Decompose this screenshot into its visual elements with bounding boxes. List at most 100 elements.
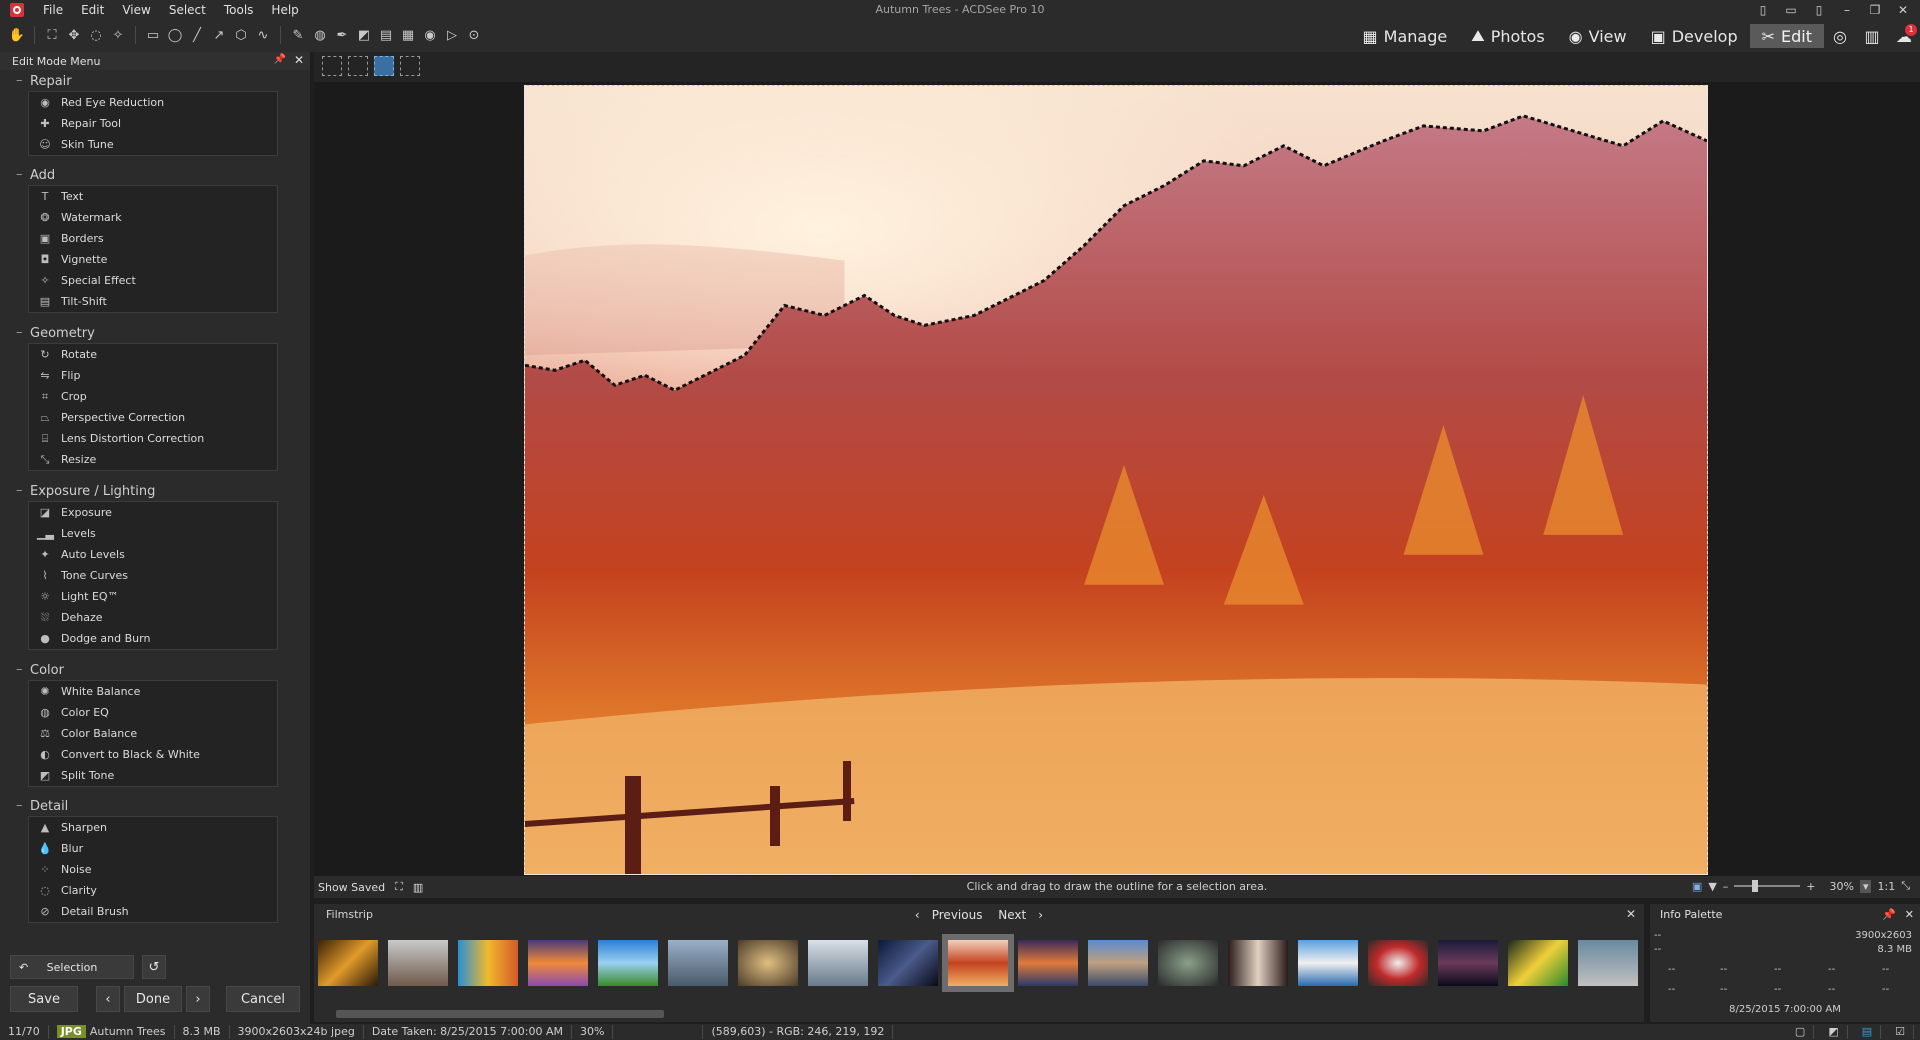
gradient-icon[interactable]: ▤ [377,26,395,44]
365-icon[interactable]: ◎ [1824,24,1856,48]
menu-item-tilt-shift[interactable]: ▤ Tilt-Shift [29,291,277,312]
thumbnail[interactable] [1158,940,1218,986]
menu-item-flip[interactable]: ⇋ Flip [29,365,277,386]
menu-item-auto-levels[interactable]: ✦ Auto Levels [29,544,277,565]
arrow-icon[interactable]: ↗ [210,26,228,44]
menu-item-borders[interactable]: ▣ Borders [29,228,277,249]
thumbnail[interactable] [808,940,868,986]
pin-icon[interactable]: 📌 [274,54,286,65]
menu-item-color-balance[interactable]: ⚖ Color Balance [29,723,277,744]
menu-item-blur[interactable]: 💧 Blur [29,838,277,859]
layout-left-icon[interactable]: ▯ [1754,0,1772,20]
filmstrip-scrollbar[interactable] [336,1010,664,1018]
menu-edit[interactable]: Edit [72,0,113,20]
menu-item-crop[interactable]: ⌗ Crop [29,386,277,407]
close-info-icon[interactable]: ✕ [1905,908,1914,921]
thumbnail[interactable] [878,940,938,986]
thumbnail[interactable] [1578,940,1638,986]
zoom-slider[interactable] [1734,880,1801,892]
intersect-selection-icon[interactable] [400,56,420,76]
eraser-icon[interactable]: ▦ [399,26,417,44]
group-title-exposure-lighting[interactable]: Exposure / Lighting [16,483,155,499]
zoom-slider-knob[interactable] [1752,880,1759,892]
thumbnail[interactable] [598,940,658,986]
menu-item-text[interactable]: T Text [29,186,277,207]
thumbnail[interactable] [458,940,518,986]
group-title-geometry[interactable]: Geometry [16,325,95,341]
menu-view[interactable]: View [113,0,159,20]
thumbnail-selected[interactable] [942,934,1014,992]
database-icon[interactable]: ▤ [1854,1025,1882,1039]
next-button[interactable]: Next [998,908,1026,922]
new-selection-icon[interactable] [322,56,342,76]
menu-item-convert-black-white[interactable]: ◐ Convert to Black & White [29,744,277,765]
magic-wand-icon[interactable]: ✧ [109,26,127,44]
menu-tools[interactable]: Tools [215,0,263,20]
zoom-out-icon[interactable]: – [1723,880,1729,893]
thumbnail[interactable] [1438,940,1498,986]
save-button[interactable]: Save [10,986,78,1012]
menu-item-levels[interactable]: ▁▃ Levels [29,523,277,544]
expand-icon[interactable]: ⤡ [1901,879,1910,893]
group-title-detail[interactable]: Detail [16,798,68,814]
close-panel-icon[interactable]: ✕ [294,53,304,67]
zoom-level[interactable]: 30% [1830,880,1854,893]
thumbnail[interactable] [388,940,448,986]
thumbnail[interactable] [1298,940,1358,986]
previous-image-button[interactable]: ‹ [96,986,120,1012]
menu-item-noise[interactable]: ⁘ Noise [29,859,277,880]
zoom-dropdown-icon[interactable]: ▼ [1708,880,1716,893]
menu-item-detail-brush[interactable]: ⊘ Detail Brush [29,901,277,922]
mode-edit[interactable]: ✂ Edit [1749,24,1824,48]
thumbnail[interactable] [1088,940,1148,986]
curve-icon[interactable]: ∿ [254,26,272,44]
thumbnail[interactable] [528,940,588,986]
pin-icon[interactable]: 📌 [1882,908,1896,921]
mode-develop[interactable]: ▣ Develop [1639,24,1750,48]
subtract-selection-icon[interactable] [374,56,394,76]
cancel-button[interactable]: Cancel [226,986,300,1012]
polygon-icon[interactable]: ⬡ [232,26,250,44]
zoom-level-dropdown-icon[interactable]: ▾ [1859,879,1872,893]
menu-item-resize[interactable]: ⤡ Resize [29,449,277,470]
mode-photos[interactable]: ⛰ Photos [1459,24,1556,48]
menu-item-perspective-correction[interactable]: ⏢ Perspective Correction [29,407,277,428]
thumbnail[interactable] [318,940,378,986]
dashboard-icon[interactable]: ▥ [1856,24,1888,48]
menu-item-white-balance[interactable]: ✺ White Balance [29,681,277,702]
menu-item-special-effect[interactable]: ✧ Special Effect [29,270,277,291]
mode-view[interactable]: ◉ View [1557,24,1639,48]
view-mode-icon[interactable]: ▢ [1787,1025,1815,1039]
reset-button[interactable]: ↺ [142,955,166,979]
thumbnail[interactable] [738,940,798,986]
thumbnail[interactable] [668,940,728,986]
add-selection-icon[interactable] [348,56,368,76]
menu-help[interactable]: Help [262,0,307,20]
stamp-icon[interactable]: ◉ [421,26,439,44]
compare-icon[interactable]: ◩ [1820,1025,1848,1039]
menu-item-red-eye-reduction[interactable]: ◉ Red Eye Reduction [29,92,277,113]
color-swatch-icon[interactable]: ◩ [355,26,373,44]
lasso-icon[interactable]: ◌ [87,26,105,44]
rectangle-icon[interactable]: ▭ [144,26,162,44]
playback-icon[interactable]: ⊙ [465,26,483,44]
zoom-fit-icon[interactable]: ▣ [1692,880,1702,893]
menu-item-split-tone[interactable]: ◩ Split Tone [29,765,277,786]
group-title-color[interactable]: Color [16,662,64,678]
checkmark-icon[interactable]: ☑ [1887,1025,1914,1039]
menu-select[interactable]: Select [160,0,215,20]
zoom-ratio[interactable]: 1:1 [1877,880,1895,893]
done-button[interactable]: Done [124,986,182,1012]
menu-item-light-eq[interactable]: ☼ Light EQ™ [29,586,277,607]
thumbnail[interactable] [1228,940,1288,986]
chevron-right-icon[interactable]: › [1038,908,1043,922]
menu-item-watermark[interactable]: ❂ Watermark [29,207,277,228]
menu-item-skin-tune[interactable]: ☺ Skin Tune [29,134,277,155]
menu-file[interactable]: File [34,0,72,20]
hand-icon[interactable]: ✋ [8,26,26,44]
brush-icon[interactable]: ✎ [289,26,307,44]
zoom-in-icon[interactable]: + [1806,880,1815,893]
mode-manage[interactable]: ▦ Manage [1351,24,1460,48]
thumbnail[interactable] [1508,940,1568,986]
layout-right-icon[interactable]: ▯ [1810,0,1828,20]
